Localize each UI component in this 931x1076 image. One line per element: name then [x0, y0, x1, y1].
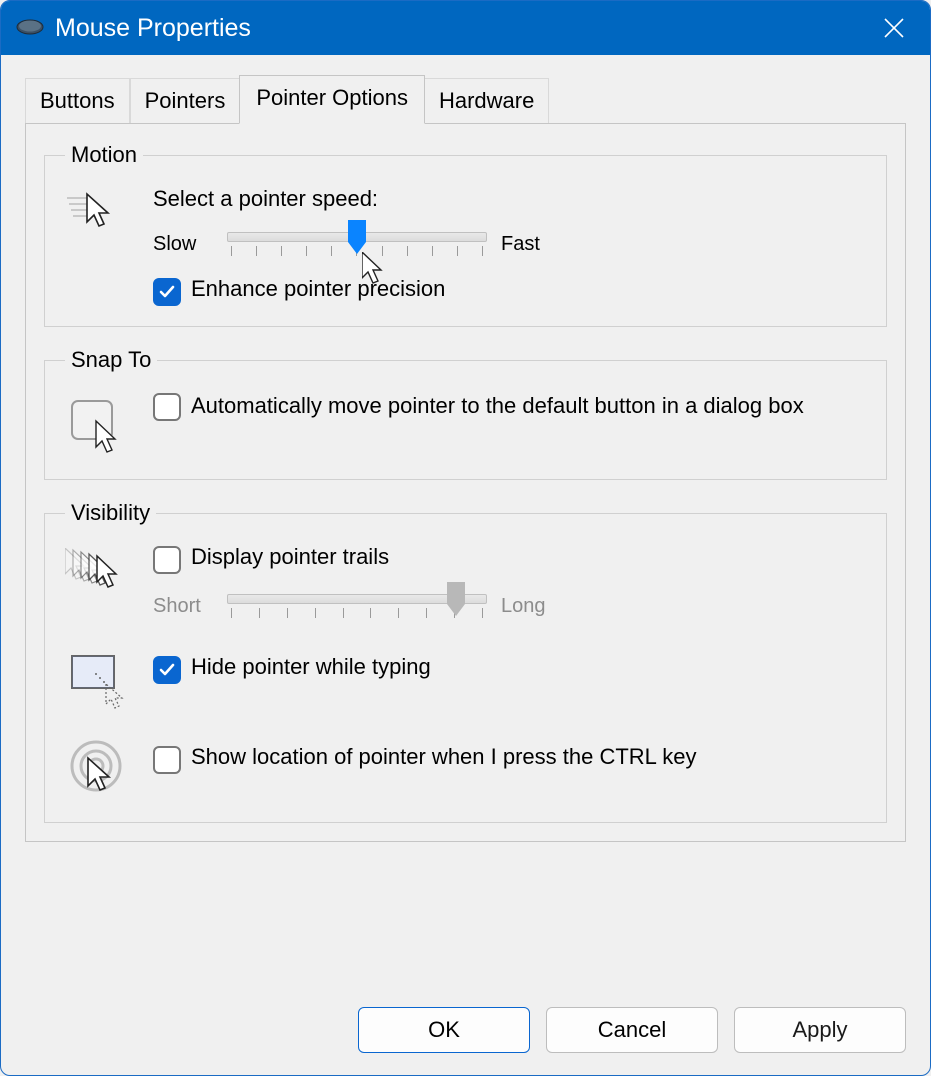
- apply-button[interactable]: Apply: [734, 1007, 906, 1053]
- cancel-button[interactable]: Cancel: [546, 1007, 718, 1053]
- show-ctrl-checkbox[interactable]: Show location of pointer when I press th…: [153, 744, 866, 774]
- group-motion-legend: Motion: [65, 142, 143, 168]
- trails-long-label: Long: [501, 595, 561, 618]
- snapto-label: Automatically move pointer to the defaul…: [191, 391, 804, 421]
- hide-typing-checkbox[interactable]: Hide pointer while typing: [153, 654, 866, 684]
- motion-icon: [65, 190, 135, 236]
- hide-typing-icon: [65, 652, 135, 712]
- close-icon: [883, 17, 905, 39]
- mouse-properties-dialog: Mouse Properties Buttons Pointers Pointe…: [0, 0, 931, 1076]
- titlebar: Mouse Properties: [1, 1, 930, 55]
- tab-pointer-options[interactable]: Pointer Options: [239, 75, 425, 124]
- trails-icon: [65, 548, 135, 598]
- group-visibility-legend: Visibility: [65, 500, 156, 526]
- window-title: Mouse Properties: [55, 14, 251, 43]
- speed-fast-label: Fast: [501, 233, 561, 256]
- hide-typing-label: Hide pointer while typing: [191, 654, 431, 680]
- group-snapto-legend: Snap To: [65, 347, 157, 373]
- pointer-speed-label: Select a pointer speed:: [153, 186, 866, 212]
- trails-length-slider: [227, 586, 487, 626]
- group-motion: Motion Select a pointer speed: Slow: [44, 142, 887, 327]
- speed-slow-label: Slow: [153, 233, 213, 256]
- snapto-checkbox[interactable]: Automatically move pointer to the defaul…: [153, 391, 866, 421]
- tab-hardware[interactable]: Hardware: [424, 78, 549, 124]
- show-ctrl-label: Show location of pointer when I press th…: [191, 744, 696, 770]
- close-button[interactable]: [872, 6, 916, 50]
- enhance-precision-label: Enhance pointer precision: [191, 276, 445, 302]
- trails-label: Display pointer trails: [191, 544, 389, 570]
- group-visibility: Visibility Dis: [44, 500, 887, 823]
- tab-strip: Buttons Pointers Pointer Options Hardwar…: [25, 75, 906, 124]
- tab-pointers[interactable]: Pointers: [130, 78, 241, 124]
- enhance-precision-checkbox[interactable]: Enhance pointer precision: [153, 276, 866, 306]
- trails-short-label: Short: [153, 595, 213, 618]
- pointer-speed-slider[interactable]: [227, 224, 487, 264]
- group-snapto: Snap To Automatically move pointer to th…: [44, 347, 887, 480]
- trails-checkbox[interactable]: Display pointer trails: [153, 544, 866, 574]
- tab-panel-pointer-options: Motion Select a pointer speed: Slow: [25, 123, 906, 842]
- snapto-icon: [65, 395, 135, 459]
- dialog-footer: OK Cancel Apply: [1, 989, 930, 1075]
- ok-button[interactable]: OK: [358, 1007, 530, 1053]
- mouse-icon: [15, 14, 45, 43]
- show-ctrl-icon: [65, 738, 135, 802]
- tab-buttons[interactable]: Buttons: [25, 78, 130, 124]
